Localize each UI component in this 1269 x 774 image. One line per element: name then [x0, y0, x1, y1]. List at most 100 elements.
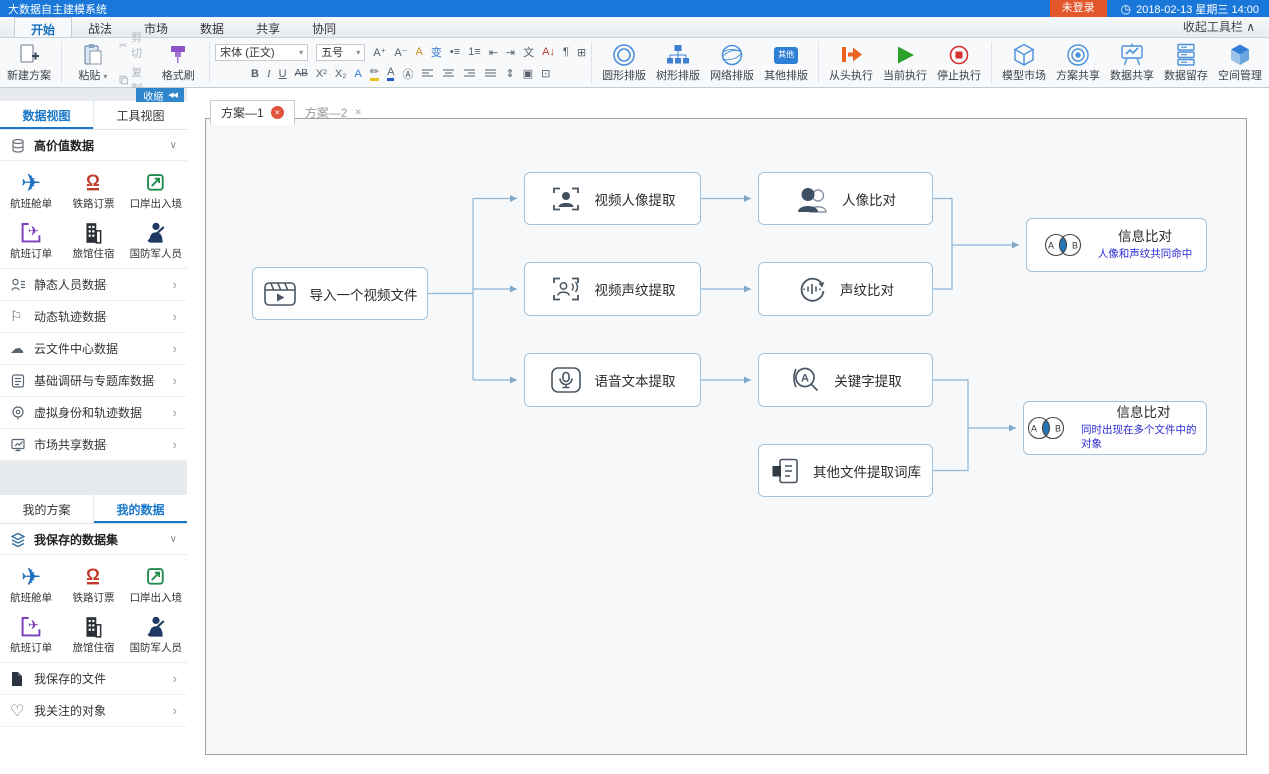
list-item-followed-objects[interactable]: ♡ 我关注的对象 ›	[0, 695, 187, 727]
node-other-file-lexicon[interactable]: 其他文件提取词库	[758, 444, 933, 497]
strikethrough-button[interactable]: AB	[295, 68, 308, 79]
list-item-market-share-data[interactable]: 市场共享数据 ›	[0, 429, 187, 461]
node-video-face-extract[interactable]: 视频人像提取	[524, 172, 701, 225]
dataset-flight-manifest[interactable]: ✈ 航班舱单	[0, 558, 62, 608]
circle-layout-button[interactable]: 圆形排版	[597, 42, 651, 83]
align-center-button[interactable]	[442, 68, 455, 79]
collapse-toolbar-button[interactable]: 收起工具栏 ∧	[1183, 18, 1269, 37]
justify-button[interactable]	[484, 68, 497, 79]
node-keyword-extract[interactable]: A 关键字提取	[758, 353, 933, 407]
run-from-start-button[interactable]: 从头执行	[824, 42, 878, 83]
close-tab-icon[interactable]: ✕	[271, 106, 284, 119]
align-left-button[interactable]	[421, 68, 434, 79]
new-plan-button[interactable]: 新建方案	[2, 42, 56, 83]
list-item-dynamic-track[interactable]: ⚐ 动态轨迹数据 ›	[0, 301, 187, 333]
menu-tab-collab[interactable]: 协同	[296, 17, 352, 37]
table-button[interactable]: ⊞	[577, 46, 586, 59]
dataset-hotel-stay[interactable]: 旅馆住宿	[62, 608, 124, 658]
sidebar-collapse-button[interactable]: 收缩 ◀◀	[136, 88, 184, 102]
dataset-military-personnel[interactable]: 国防军人员	[125, 608, 187, 658]
dataset-flight-order[interactable]: ✈ 航班订单	[0, 608, 62, 658]
numbering-button[interactable]: 1≡	[468, 46, 481, 58]
char-shading-button[interactable]: Ⓐ	[402, 66, 413, 82]
dataset-border-entry-exit[interactable]: 口岸出入境	[125, 164, 187, 214]
close-tab-icon[interactable]: ✕	[354, 107, 362, 118]
node-speech-text-extract[interactable]: 语音文本提取	[524, 353, 701, 407]
plane-icon: ✈	[21, 564, 41, 590]
other-layout-button[interactable]: 其他 其他排版	[759, 42, 813, 83]
tab-data-view[interactable]: 数据视图	[0, 101, 93, 129]
underline-button[interactable]: U	[279, 68, 287, 80]
node-face-compare[interactable]: 人像比对	[758, 172, 933, 225]
collapse-arrows-icon: ◀◀	[168, 91, 177, 99]
outdent-button[interactable]: ⇤	[489, 46, 498, 59]
list-item-survey-library[interactable]: 基础调研与专题库数据 ›	[0, 365, 187, 397]
plan-share-button[interactable]: 方案共享	[1051, 42, 1105, 83]
format-painter-button[interactable]: 格式刷	[152, 42, 204, 83]
asian-layout-button[interactable]: 文	[523, 44, 534, 60]
tab-tool-view[interactable]: 工具视图	[93, 101, 187, 129]
dataset-flight-order[interactable]: ✈ 航班订单	[0, 214, 62, 264]
menu-tab-share[interactable]: 共享	[240, 17, 296, 37]
bullets-button[interactable]: •≡	[450, 46, 460, 58]
node-voiceprint-compare[interactable]: 声纹比对	[758, 262, 933, 316]
flow-canvas[interactable]: 导入一个视频文件 视频人像提取 视频声纹提取 语音文本提取 人像比对 声纹比对 …	[205, 118, 1247, 755]
cut-button[interactable]: ✂ 剪切	[119, 29, 153, 61]
saved-datasets-header[interactable]: 我保存的数据集 ∨	[0, 524, 187, 555]
run-current-button[interactable]: 当前执行	[878, 42, 932, 83]
node-info-compare-2[interactable]: AB 信息比对 同时出现在多个文件中的对象	[1023, 401, 1207, 455]
shrink-font-button[interactable]: A⁻	[394, 46, 407, 59]
dataset-rail-ticket[interactable]: Ω 铁路订票	[62, 164, 124, 214]
node-video-voiceprint-extract[interactable]: 视频声纹提取	[524, 262, 701, 316]
network-layout-button[interactable]: 网络排版	[705, 42, 759, 83]
align-right-button[interactable]	[463, 68, 476, 79]
text-effects-button[interactable]: A	[355, 68, 362, 80]
font-family-select[interactable]: 宋体 (正文) ▾	[215, 44, 308, 61]
plan-tab-2[interactable]: 方案—2 ✕	[295, 101, 372, 124]
phonetic-button[interactable]: 变	[431, 44, 442, 60]
font-size-select[interactable]: 五号 ▾	[316, 44, 365, 61]
stop-button[interactable]: 停止执行	[932, 42, 986, 83]
login-status-badge[interactable]: 未登录	[1050, 0, 1107, 17]
sort-button[interactable]: A↓	[542, 46, 555, 58]
shading-button[interactable]: ▣	[523, 67, 533, 80]
survey-doc-icon	[10, 373, 34, 389]
paste-button[interactable]: 粘贴 ▾	[67, 42, 119, 83]
dataset-flight-manifest[interactable]: ✈ 航班舱单	[0, 164, 62, 214]
model-market-button[interactable]: 模型市场	[997, 42, 1051, 83]
dataset-rail-ticket[interactable]: Ω 铁路订票	[62, 558, 124, 608]
menu-tab-start[interactable]: 开始	[14, 17, 72, 37]
tree-layout-button[interactable]: 树形排版	[651, 42, 705, 83]
tab-my-data[interactable]: 我的数据	[93, 495, 187, 523]
list-item-static-person[interactable]: 静态人员数据 ›	[0, 269, 187, 301]
node-import-video[interactable]: 导入一个视频文件	[252, 267, 428, 320]
high-value-data-header[interactable]: 高价值数据 ∨	[0, 130, 187, 161]
node-subtitle: 人像和声纹共同命中	[1098, 247, 1193, 262]
tab-my-plans[interactable]: 我的方案	[0, 495, 93, 523]
grow-font-button[interactable]: A⁺	[373, 46, 386, 59]
subscript-button[interactable]: X₂	[335, 68, 347, 80]
dataset-hotel-stay[interactable]: 旅馆住宿	[62, 214, 124, 264]
bold-button[interactable]: B	[251, 68, 259, 80]
menu-tab-data[interactable]: 数据	[184, 17, 240, 37]
pilcrow-button[interactable]: ¶	[563, 46, 569, 58]
superscript-button[interactable]: X²	[316, 68, 327, 80]
clear-format-button[interactable]: A	[416, 46, 423, 58]
person-list-icon	[10, 277, 34, 293]
borders-button[interactable]: ⊡	[541, 67, 550, 80]
line-spacing-button[interactable]: ⇕	[505, 67, 514, 80]
font-color-button[interactable]: A	[387, 67, 394, 81]
node-info-compare-1[interactable]: AB 信息比对 人像和声纹共同命中	[1026, 218, 1207, 272]
dataset-border-entry-exit[interactable]: 口岸出入境	[125, 558, 187, 608]
dataset-military-personnel[interactable]: 国防军人员	[125, 214, 187, 264]
list-item-cloud-file[interactable]: ☁ 云文件中心数据 ›	[0, 333, 187, 365]
space-manage-button[interactable]: 空间管理	[1213, 42, 1267, 83]
data-retention-button[interactable]: 数据留存	[1159, 42, 1213, 83]
plan-tab-1[interactable]: 方案—1 ✕	[210, 100, 295, 125]
indent-button[interactable]: ⇥	[506, 46, 515, 59]
highlight-button[interactable]: ✏	[370, 67, 379, 81]
data-share-button[interactable]: 数据共享	[1105, 42, 1159, 83]
list-item-virtual-identity[interactable]: 虚拟身份和轨迹数据 ›	[0, 397, 187, 429]
list-item-saved-files[interactable]: 我保存的文件 ›	[0, 663, 187, 695]
italic-button[interactable]: I	[267, 68, 271, 80]
